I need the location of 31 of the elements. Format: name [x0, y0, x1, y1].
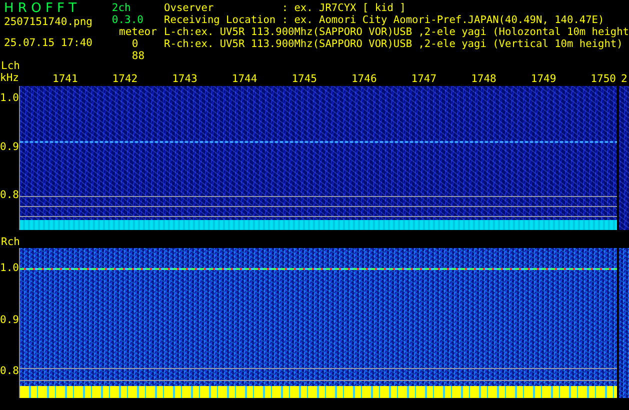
- app-title: H R O F F T: [4, 2, 78, 16]
- time-label: 1747: [411, 72, 437, 86]
- time-label: 1744: [232, 72, 258, 86]
- time-label: 1749: [530, 72, 556, 86]
- time-label: 1742: [112, 72, 138, 86]
- time-label: 1750: [590, 72, 616, 86]
- unit-label: kHz: [0, 72, 19, 84]
- time-label: 2: [621, 73, 628, 85]
- meteor-count: 88: [132, 50, 145, 62]
- axis-label: 0.9: [0, 314, 19, 326]
- axis-label: 1.0: [0, 262, 19, 274]
- station-info: R-ch:ex. UV5R 113.900Mhz(SAPPORO VOR)USB ,2-ele yagi (Vertical 10m height): [164, 38, 624, 50]
- axis-label: 0.9: [0, 141, 19, 153]
- time-label: 1741: [52, 72, 78, 86]
- station-info: L-ch:ex. UV5R 113.900Mhz(SAPPORO VOR)USB ,2-ele yagi (Holozontal 10m height: [164, 26, 629, 38]
- channel-label: Lch: [1, 60, 20, 72]
- meteor-label: meteor: [119, 26, 157, 38]
- time-label: 1745: [292, 72, 317, 86]
- axis-label: 1.0: [0, 92, 19, 104]
- axis-label: 0.8: [0, 189, 19, 201]
- time-label: 1748: [471, 72, 496, 86]
- channel-label: Rch: [1, 236, 20, 248]
- time-label: 1746: [351, 72, 377, 86]
- meteor-count: 0: [132, 38, 138, 50]
- station-info: Ovserver : ex. JR7CYX [ kid ]: [164, 2, 407, 14]
- time-label: 1743: [172, 72, 198, 86]
- station-info: Receiving Location : ex. Aomori City Aomori-Pref.JAPAN(40.49N, 140.47E): [164, 14, 606, 26]
- axis-label: 0.8: [0, 365, 19, 377]
- version-label: 2ch 0.3.0: [112, 2, 144, 26]
- file-name: 2507151740.png: [4, 16, 94, 28]
- date-time: 25.07.15 17:40: [4, 37, 94, 49]
